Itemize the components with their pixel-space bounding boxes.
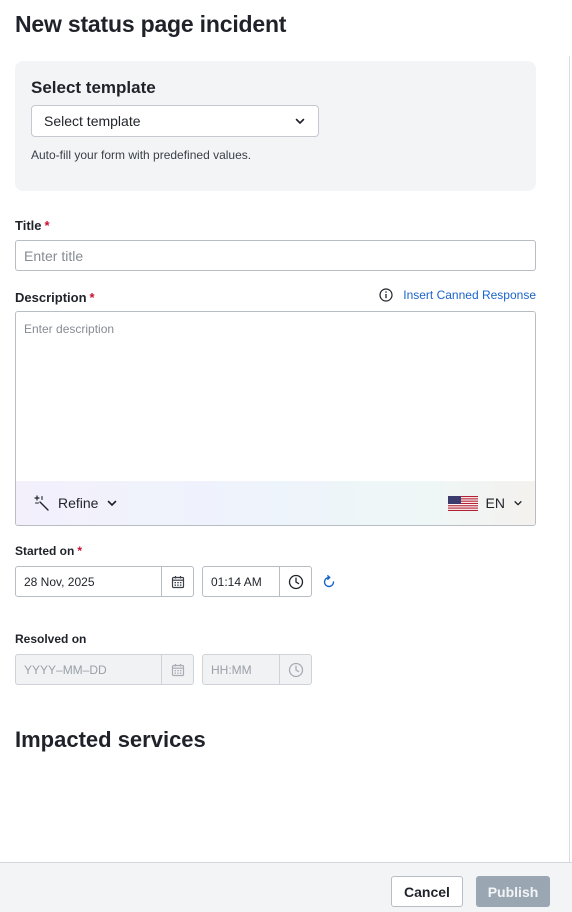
chevron-down-icon (295, 118, 305, 124)
refine-label: Refine (58, 495, 99, 511)
canned-response-group: Insert Canned Response (379, 288, 536, 302)
publish-button[interactable]: Publish (476, 876, 550, 907)
started-date-value[interactable]: 28 Nov, 2025 (16, 575, 161, 589)
clock-button[interactable] (279, 567, 311, 596)
started-date-picker[interactable]: 28 Nov, 2025 (15, 566, 194, 597)
started-on-label-text: Started on (15, 544, 75, 558)
template-select[interactable]: Select template (31, 105, 319, 137)
resolved-on-label: Resolved on (15, 632, 87, 646)
clock-icon (288, 574, 303, 589)
description-textarea[interactable] (16, 312, 535, 482)
insert-canned-response-link[interactable]: Insert Canned Response (403, 288, 536, 302)
cancel-button[interactable]: Cancel (391, 876, 463, 907)
scrollbar-track (569, 56, 570, 862)
resolved-time-picker: HH:MM (202, 654, 312, 685)
resolved-time-placeholder: HH:MM (211, 662, 252, 677)
clock-icon (288, 662, 303, 677)
title-input[interactable] (15, 240, 536, 271)
started-time-picker[interactable]: 01:14 AM (202, 566, 312, 597)
template-heading: Select template (31, 78, 156, 97)
description-editor: Refine EN (15, 311, 536, 526)
page-title: New status page incident (15, 11, 287, 37)
magic-wand-icon (34, 495, 49, 511)
calendar-icon (171, 575, 184, 588)
template-hint: Auto-fill your form with predefined valu… (31, 148, 252, 162)
us-flag-icon (447, 495, 478, 511)
footer-bar: Cancel Publish (0, 862, 572, 912)
refine-button[interactable]: Refine (34, 495, 118, 511)
description-label: Description * (15, 290, 95, 305)
chevron-down-icon (514, 501, 522, 506)
info-icon[interactable] (379, 288, 393, 302)
description-label-text: Description (15, 290, 87, 305)
clock-button (279, 655, 311, 684)
required-mark: * (89, 290, 95, 305)
template-select-value: Select template (44, 113, 141, 129)
required-mark: * (77, 544, 83, 558)
chevron-down-icon (108, 500, 117, 506)
started-time-value[interactable]: 01:14 AM (203, 575, 279, 589)
resolved-date-placeholder: YYYY–MM–DD (24, 662, 107, 677)
calendar-button (161, 655, 193, 684)
description-toolbar: Refine EN (16, 481, 535, 525)
calendar-button[interactable] (161, 567, 193, 596)
impacted-services-heading: Impacted services (15, 727, 206, 752)
title-label-text: Title (15, 218, 42, 233)
reset-icon[interactable] (321, 574, 337, 590)
resolved-date-picker: YYYY–MM–DD (15, 654, 194, 685)
required-mark: * (44, 218, 50, 233)
title-label: Title * (15, 218, 50, 233)
language-selector[interactable]: EN (447, 495, 523, 511)
calendar-icon (171, 663, 184, 676)
template-panel: Select template Select template Auto-fil… (15, 61, 536, 191)
started-on-label: Started on * (15, 544, 82, 558)
language-label: EN (485, 495, 505, 511)
